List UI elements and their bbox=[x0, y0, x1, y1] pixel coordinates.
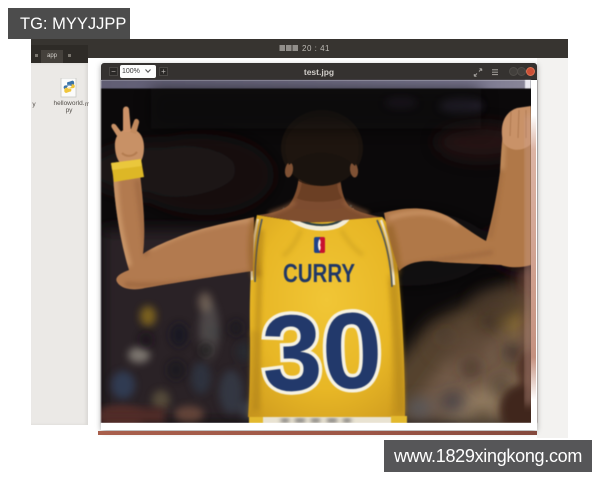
svg-text:CURRY: CURRY bbox=[283, 258, 355, 288]
svg-text:30: 30 bbox=[260, 289, 384, 414]
